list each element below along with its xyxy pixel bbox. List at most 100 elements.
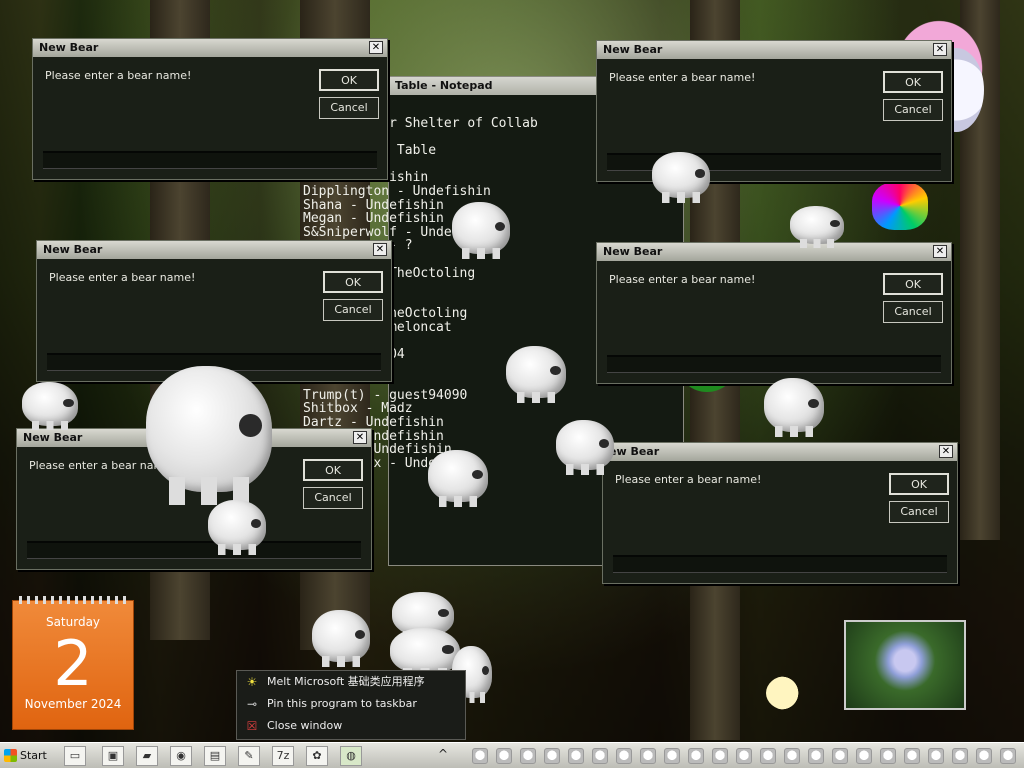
taskbar-jump-list[interactable]: ☀ Melt Microsoft 基础类应用程序 ⊸ Pin this prog… [236, 670, 466, 740]
dialog-title: New Bear [43, 243, 103, 256]
polar-bear-sprite[interactable] [22, 382, 78, 431]
dialog-title: New Bear [39, 41, 99, 54]
bear-tray-icon[interactable] [928, 748, 944, 764]
cancel-button[interactable]: Cancel [883, 99, 943, 121]
polar-bear-sprite[interactable] [764, 378, 824, 438]
close-icon[interactable]: ✕ [933, 245, 947, 258]
ok-button[interactable]: OK [323, 271, 383, 293]
bear-tray-icon[interactable] [976, 748, 992, 764]
bear-tray-icon[interactable] [520, 748, 536, 764]
calendar-month-year: November 2024 [24, 697, 122, 711]
close-icon[interactable]: ✕ [369, 41, 383, 54]
polar-bear-sprite[interactable] [506, 346, 566, 404]
menu-item-pin[interactable]: ⊸ Pin this program to taskbar [237, 693, 465, 715]
dialog-title: New Bear [23, 431, 83, 444]
ok-button[interactable]: OK [319, 69, 379, 91]
ok-button[interactable]: OK [889, 473, 949, 495]
bear-tray-icon[interactable] [592, 748, 608, 764]
bear-tray-icon[interactable] [472, 748, 488, 764]
bear-tray-icon[interactable] [904, 748, 920, 764]
bear-tray-icon[interactable] [856, 748, 872, 764]
bear-tray-icon[interactable] [616, 748, 632, 764]
bear-tray-icon[interactable] [832, 748, 848, 764]
close-icon[interactable]: ✕ [353, 431, 367, 444]
bear-tray-icon[interactable] [568, 748, 584, 764]
bear-tray-icon[interactable] [640, 748, 656, 764]
polar-bear-sprite[interactable] [652, 152, 710, 203]
menu-item-melt[interactable]: ☀ Melt Microsoft 基础类应用程序 [237, 671, 465, 693]
new-bear-dialog[interactable]: New Bear ✕ Please enter a bear name! OK … [32, 38, 388, 180]
ie-icon[interactable]: ◉ [170, 746, 192, 766]
sheep-toy[interactable] [766, 676, 806, 710]
start-button[interactable]: Start [2, 746, 56, 766]
menu-item-label: Melt Microsoft 基础类应用程序 [267, 675, 425, 688]
bear-tray-icon[interactable] [760, 748, 776, 764]
cancel-button[interactable]: Cancel [883, 301, 943, 323]
bear-tray-icon[interactable] [544, 748, 560, 764]
calendar-gadget[interactable]: Saturday 2 November 2024 [12, 596, 134, 730]
bear-app-icon[interactable]: ◍ [340, 746, 362, 766]
dialog-prompt: Please enter a bear name! [49, 271, 196, 284]
ok-button[interactable]: OK [883, 71, 943, 93]
pin-icon: ⊸ [246, 697, 258, 711]
bear-name-input[interactable] [607, 355, 941, 373]
tray-chevron-icon[interactable]: ^ [438, 747, 448, 761]
bear-tray-icon[interactable] [688, 748, 704, 764]
bear-tray-icon[interactable] [496, 748, 512, 764]
new-bear-dialog[interactable]: New Bear ✕ Please enter a bear name! OK … [596, 242, 952, 384]
cancel-button[interactable]: Cancel [319, 97, 379, 119]
close-icon[interactable]: ✕ [933, 43, 947, 56]
window-icon[interactable]: ▣ [102, 746, 124, 766]
new-bear-dialog[interactable]: ew Bear ✕ Please enter a bear name! OK C… [602, 442, 958, 584]
bear-tray-icon[interactable] [952, 748, 968, 764]
close-icon[interactable]: ✕ [939, 445, 953, 458]
close-window-icon: ☒ [246, 719, 258, 733]
polar-bear-sprite[interactable] [452, 202, 510, 260]
calendar-rings [19, 596, 127, 604]
7zip-icon[interactable]: 7z [272, 746, 294, 766]
notes-icon[interactable]: ✎ [238, 746, 260, 766]
dialog-title: New Bear [603, 245, 663, 258]
new-bear-dialog[interactable]: New Bear ✕ Please enter a bear name! OK … [36, 240, 392, 382]
bear-name-input[interactable] [43, 151, 377, 169]
cancel-button[interactable]: Cancel [889, 501, 949, 523]
bear-name-input[interactable] [613, 555, 947, 573]
polar-bear-sprite[interactable] [208, 500, 266, 555]
bear-tray-icon[interactable] [880, 748, 896, 764]
polar-bear-sprite[interactable] [556, 420, 614, 475]
bear-tray-icon[interactable] [712, 748, 728, 764]
notepad-icon[interactable]: ▤ [204, 746, 226, 766]
dialog-prompt: Please enter a bear name! [45, 69, 192, 82]
dialog-title: New Bear [603, 43, 663, 56]
app-icon[interactable]: ▭ [64, 746, 86, 766]
folder-icon[interactable]: ▰ [136, 746, 158, 766]
dialog-prompt: Please enter a bear name! [609, 273, 756, 286]
paint-icon[interactable]: ✿ [306, 746, 328, 766]
polar-bear-sprite[interactable] [146, 366, 272, 505]
polar-bear-sprite[interactable] [428, 450, 488, 508]
polar-bear-sprite[interactable] [312, 610, 370, 668]
bear-tray-icon[interactable] [736, 748, 752, 764]
rainbow-creature-toy[interactable] [872, 182, 928, 230]
ok-button[interactable]: OK [883, 273, 943, 295]
bear-tray-icon[interactable] [664, 748, 680, 764]
ok-button[interactable]: OK [303, 459, 363, 481]
menu-item-label: Close window [267, 719, 343, 732]
taskbar: Start ▭ ▣ ▰ ◉ ▤ ✎ 7z ✿ ◍ ^ [0, 742, 1024, 768]
dialog-title: ew Bear [609, 445, 660, 458]
bear-tray-icon[interactable] [784, 748, 800, 764]
new-bear-dialog[interactable]: New Bear ✕ Please enter a bear name! OK … [596, 40, 952, 182]
close-icon[interactable]: ✕ [373, 243, 387, 256]
polar-bear-sprite[interactable] [390, 628, 460, 679]
menu-item-close-window[interactable]: ☒ Close window [237, 715, 465, 737]
calendar-day: 2 [53, 627, 93, 700]
menu-item-label: Pin this program to taskbar [267, 697, 417, 710]
start-label: Start [20, 749, 47, 762]
slideshow-gadget[interactable] [844, 620, 966, 710]
bear-tray-icon[interactable] [808, 748, 824, 764]
bear-tray-icon[interactable] [1000, 748, 1016, 764]
cancel-button[interactable]: Cancel [323, 299, 383, 321]
bear-name-input[interactable] [27, 541, 361, 559]
cancel-button[interactable]: Cancel [303, 487, 363, 509]
polar-bear-sprite[interactable] [790, 206, 844, 248]
